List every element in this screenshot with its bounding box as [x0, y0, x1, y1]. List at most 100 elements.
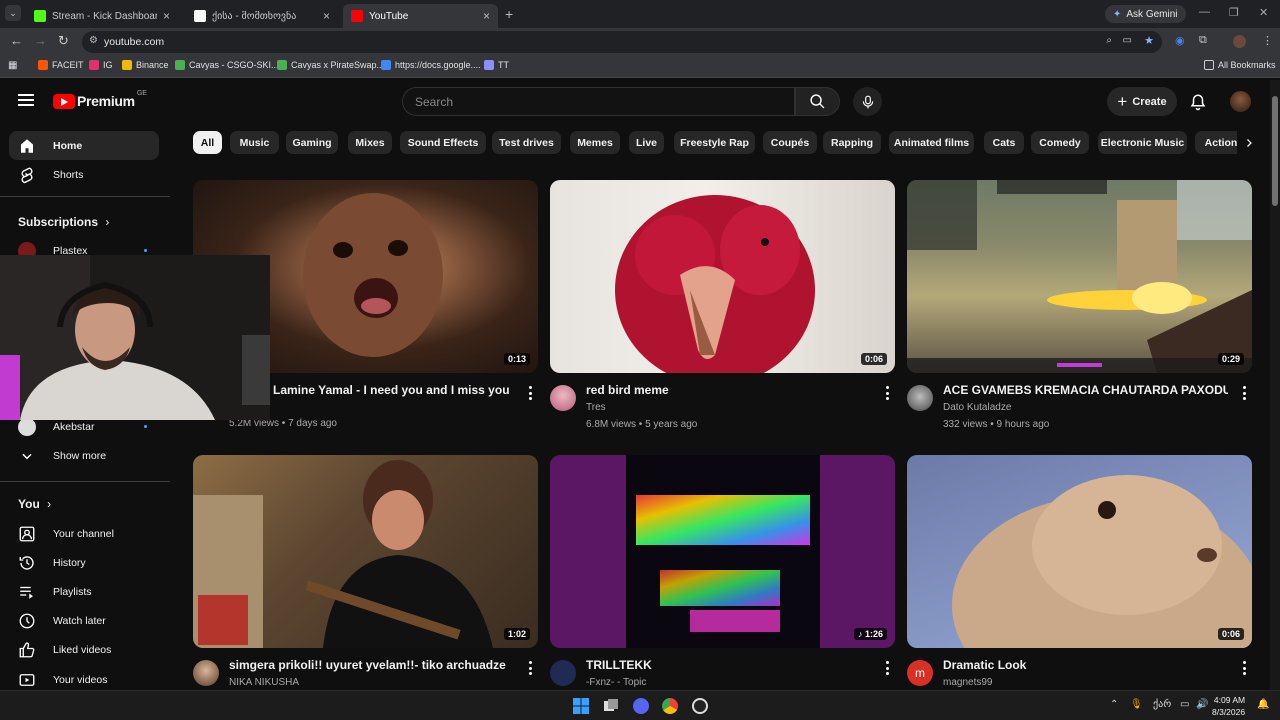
chrome-icon[interactable]: [660, 696, 680, 716]
channel-avatar[interactable]: [193, 660, 219, 686]
chip-coupes[interactable]: Coupés: [763, 131, 817, 154]
bookmark-google-docs[interactable]: https://docs.google....: [381, 60, 481, 70]
channel-name[interactable]: NIKA NIKUSHA: [229, 677, 299, 688]
channel-name[interactable]: -Fxnz- - Topic: [586, 677, 646, 688]
notifications-icon[interactable]: 🔔: [1257, 699, 1269, 710]
all-bookmarks[interactable]: All Bookmarks: [1204, 60, 1276, 70]
sidebar-item-playlists[interactable]: Playlists: [9, 577, 159, 606]
video-title[interactable]: Dramatic Look: [943, 658, 1228, 672]
bookmark-faceit[interactable]: FACEIT: [38, 60, 84, 70]
profile-avatar[interactable]: [1233, 35, 1246, 48]
sidebar-item-home[interactable]: Home: [9, 131, 159, 160]
site-info-icon[interactable]: ⚙: [89, 35, 98, 46]
more-actions-icon[interactable]: [1242, 661, 1246, 675]
notifications-bell-icon[interactable]: [1189, 92, 1207, 112]
video-thumbnail[interactable]: 0:06: [550, 180, 895, 373]
zoom-icon[interactable]: ⌕: [1106, 35, 1112, 46]
close-tab-icon[interactable]: ×: [483, 9, 490, 23]
subscriptions-heading[interactable]: Subscriptions ›: [18, 215, 109, 229]
chip-mixes[interactable]: Mixes: [348, 131, 392, 154]
bookmark-ig[interactable]: IG: [89, 60, 113, 70]
chip-sound-effects[interactable]: Sound Effects: [400, 131, 486, 154]
scrollbar-thumb[interactable]: [1272, 96, 1278, 206]
youtube-premium-logo[interactable]: Premium GE: [53, 90, 147, 109]
hamburger-menu-icon[interactable]: [18, 94, 34, 106]
chip-electronic-music[interactable]: Electronic Music: [1098, 131, 1187, 154]
forward-icon[interactable]: →: [34, 33, 47, 48]
more-actions-icon[interactable]: [1242, 386, 1246, 400]
system-clock[interactable]: 4:09 AM 8/3/2026: [1212, 694, 1245, 718]
more-actions-icon[interactable]: [885, 386, 889, 400]
chip-animated-films[interactable]: Animated films: [889, 131, 974, 154]
video-card[interactable]: 0:06 red bird meme Tres 6.8M views • 5 y…: [550, 180, 895, 430]
display-icon[interactable]: ▭: [1180, 699, 1189, 710]
video-thumbnail[interactable]: ♪ 1:26: [550, 455, 895, 648]
browser-menu-icon[interactable]: ⋮: [1262, 34, 1273, 47]
chip-gaming[interactable]: Gaming: [286, 131, 338, 154]
video-title[interactable]: Lamine Yamal - I need you and I miss you: [273, 383, 528, 397]
search-input[interactable]: Search: [402, 87, 795, 116]
obs-icon[interactable]: [690, 696, 710, 716]
sidebar-item-shorts[interactable]: Shorts: [9, 160, 159, 189]
microphone-tray-icon[interactable]: 🎙: [1130, 699, 1143, 710]
voice-search-button[interactable]: [853, 87, 882, 116]
video-thumbnail[interactable]: 0:29: [907, 180, 1252, 373]
chip-scroll-right-button[interactable]: [1237, 131, 1261, 154]
bookmark-cavyas-pirateswap[interactable]: Cavyas x PirateSwap...: [277, 60, 384, 70]
more-actions-icon[interactable]: [885, 661, 889, 675]
ask-gemini-button[interactable]: ✦ Ask Gemini: [1105, 5, 1186, 23]
video-card[interactable]: 0:06 m Dramatic Look magnets99: [907, 455, 1252, 690]
video-thumbnail[interactable]: 1:02: [193, 455, 538, 648]
sidebar-item-watch-later[interactable]: Watch later: [9, 606, 159, 635]
show-hidden-icons[interactable]: ⌃: [1110, 699, 1118, 710]
windows-start-icon[interactable]: [571, 696, 591, 716]
you-heading[interactable]: You ›: [18, 497, 51, 511]
maximize-icon[interactable]: ❐: [1229, 6, 1239, 19]
chip-test-drives[interactable]: Test drives: [492, 131, 561, 154]
address-bar[interactable]: ⚙ youtube.com ⌕ ▭ ★: [82, 31, 1162, 53]
back-icon[interactable]: ←: [10, 33, 23, 48]
tab-kick-dashboard[interactable]: Stream - Kick Dashboard ×: [26, 4, 178, 28]
chip-all[interactable]: All: [193, 131, 222, 154]
tab-youtube[interactable]: YouTube ×: [343, 4, 498, 28]
chip-live[interactable]: Live: [629, 131, 664, 154]
more-actions-icon[interactable]: [528, 661, 532, 675]
reload-icon[interactable]: ↻: [58, 33, 69, 49]
extensions-puzzle-icon[interactable]: ⧉: [1199, 34, 1207, 47]
channel-avatar[interactable]: [907, 385, 933, 411]
close-tab-icon[interactable]: ×: [323, 9, 330, 23]
video-title[interactable]: simgera prikoli!! uyuret yvelam!!- tiko …: [229, 658, 514, 672]
video-title[interactable]: TRILLTEKK: [586, 658, 871, 672]
bookmark-star-icon[interactable]: ★: [1144, 34, 1154, 47]
tab-search-button[interactable]: ⌄: [5, 5, 21, 21]
sidebar-item-history[interactable]: History: [9, 548, 159, 577]
channel-avatar[interactable]: [550, 660, 576, 686]
video-card[interactable]: 1:02 simgera prikoli!! uyuret yvelam!!- …: [193, 455, 538, 690]
chip-cats[interactable]: Cats: [984, 131, 1024, 154]
bookmark-cavyas-csgo[interactable]: Cavyas - CSGO-SKI...: [175, 60, 279, 70]
bookmark-binance[interactable]: Binance: [122, 60, 169, 70]
volume-icon[interactable]: 🔊: [1196, 699, 1208, 710]
search-button[interactable]: [795, 87, 840, 116]
video-title[interactable]: ACE GVAMEBS KREMACIA CHAUTARDA PAXODU: [943, 383, 1228, 397]
channel-avatar[interactable]: [550, 385, 576, 411]
cast-icon[interactable]: ▭: [1123, 35, 1132, 46]
show-more-button[interactable]: Show more: [9, 441, 159, 470]
task-view-icon[interactable]: [601, 696, 621, 716]
video-thumbnail[interactable]: 0:06: [907, 455, 1252, 648]
keyboard-language[interactable]: ქარ: [1153, 699, 1171, 710]
video-title[interactable]: red bird meme: [586, 383, 871, 397]
chip-rapping[interactable]: Rapping: [823, 131, 881, 154]
video-card[interactable]: ♪ 1:26 TRILLTEKK -Fxnz- - Topic: [550, 455, 895, 690]
chip-memes[interactable]: Memes: [570, 131, 620, 154]
sidebar-item-liked-videos[interactable]: Liked videos: [9, 635, 159, 664]
discord-icon[interactable]: [631, 696, 651, 716]
video-card[interactable]: 0:29 ACE GVAMEBS KREMACIA CHAUTARDA PAXO…: [907, 180, 1252, 430]
tab-second[interactable]: ქისა - მომთხოვნა ×: [186, 4, 338, 28]
sidebar-item-your-channel[interactable]: Your channel: [9, 519, 159, 548]
account-avatar[interactable]: [1230, 91, 1251, 112]
minimize-icon[interactable]: —: [1199, 6, 1210, 18]
chip-freestyle-rap[interactable]: Freestyle Rap: [674, 131, 755, 154]
new-tab-button[interactable]: +: [505, 6, 513, 22]
create-button[interactable]: + Create: [1107, 87, 1177, 116]
